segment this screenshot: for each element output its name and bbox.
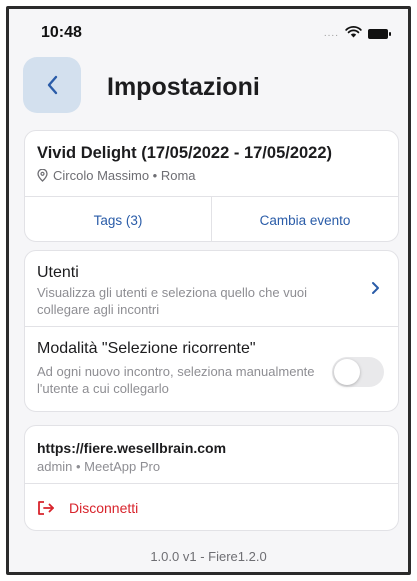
- status-bar: 10:48 ....: [9, 9, 408, 55]
- event-card: Vivid Delight (17/05/2022 - 17/05/2022) …: [24, 130, 399, 242]
- recurring-mode-title: Modalità "Selezione ricorrente": [37, 340, 256, 357]
- location-pin-icon: [37, 169, 48, 182]
- recurring-mode-row: Modalità "Selezione ricorrente" Ad ogni …: [25, 327, 398, 411]
- account-subtitle: admin • MeetApp Pro: [37, 459, 161, 474]
- app-version: 1.0.0 v1 - Fiere1.2.0: [150, 549, 267, 564]
- event-actions: Tags (3) Cambia evento: [25, 196, 398, 241]
- logout-button[interactable]: Disconnetti: [25, 483, 398, 530]
- back-button[interactable]: [23, 57, 81, 113]
- recurring-mode-description: Ad ogni nuovo incontro, seleziona manual…: [37, 364, 315, 396]
- settings-card: Utenti Visualizza gli utenti e seleziona…: [24, 250, 399, 412]
- logout-label: Disconnetti: [69, 500, 139, 516]
- app-screen: 10:48 .... Impostazioni Vivid Delight (1…: [6, 6, 411, 575]
- header: Impostazioni: [9, 55, 408, 123]
- tags-button[interactable]: Tags (3): [25, 197, 211, 241]
- wifi-icon: [345, 25, 362, 43]
- event-location-label: Circolo Massimo • Roma: [53, 168, 196, 183]
- users-row[interactable]: Utenti Visualizza gli utenti e seleziona…: [25, 251, 398, 327]
- battery-icon: [368, 29, 391, 39]
- chevron-left-icon: [47, 75, 58, 95]
- chevron-right-icon: [372, 282, 379, 294]
- event-title: Vivid Delight (17/05/2022 - 17/05/2022): [37, 144, 333, 162]
- signal-icon: ....: [323, 28, 339, 39]
- change-event-button[interactable]: Cambia evento: [211, 197, 398, 241]
- account-card: https://fiere.wesellbrain.com admin • Me…: [24, 425, 399, 531]
- event-location: Circolo Massimo • Roma: [37, 168, 196, 183]
- status-icons: ....: [323, 25, 391, 43]
- logout-icon: [38, 501, 54, 515]
- page-title: Impostazioni: [107, 73, 260, 101]
- recurring-mode-toggle[interactable]: [332, 357, 384, 387]
- account-url: https://fiere.wesellbrain.com: [37, 440, 227, 456]
- toggle-knob: [334, 359, 360, 385]
- users-title: Utenti: [37, 264, 79, 281]
- users-description: Visualizza gli utenti e seleziona quello…: [37, 285, 308, 317]
- status-time: 10:48: [41, 24, 82, 41]
